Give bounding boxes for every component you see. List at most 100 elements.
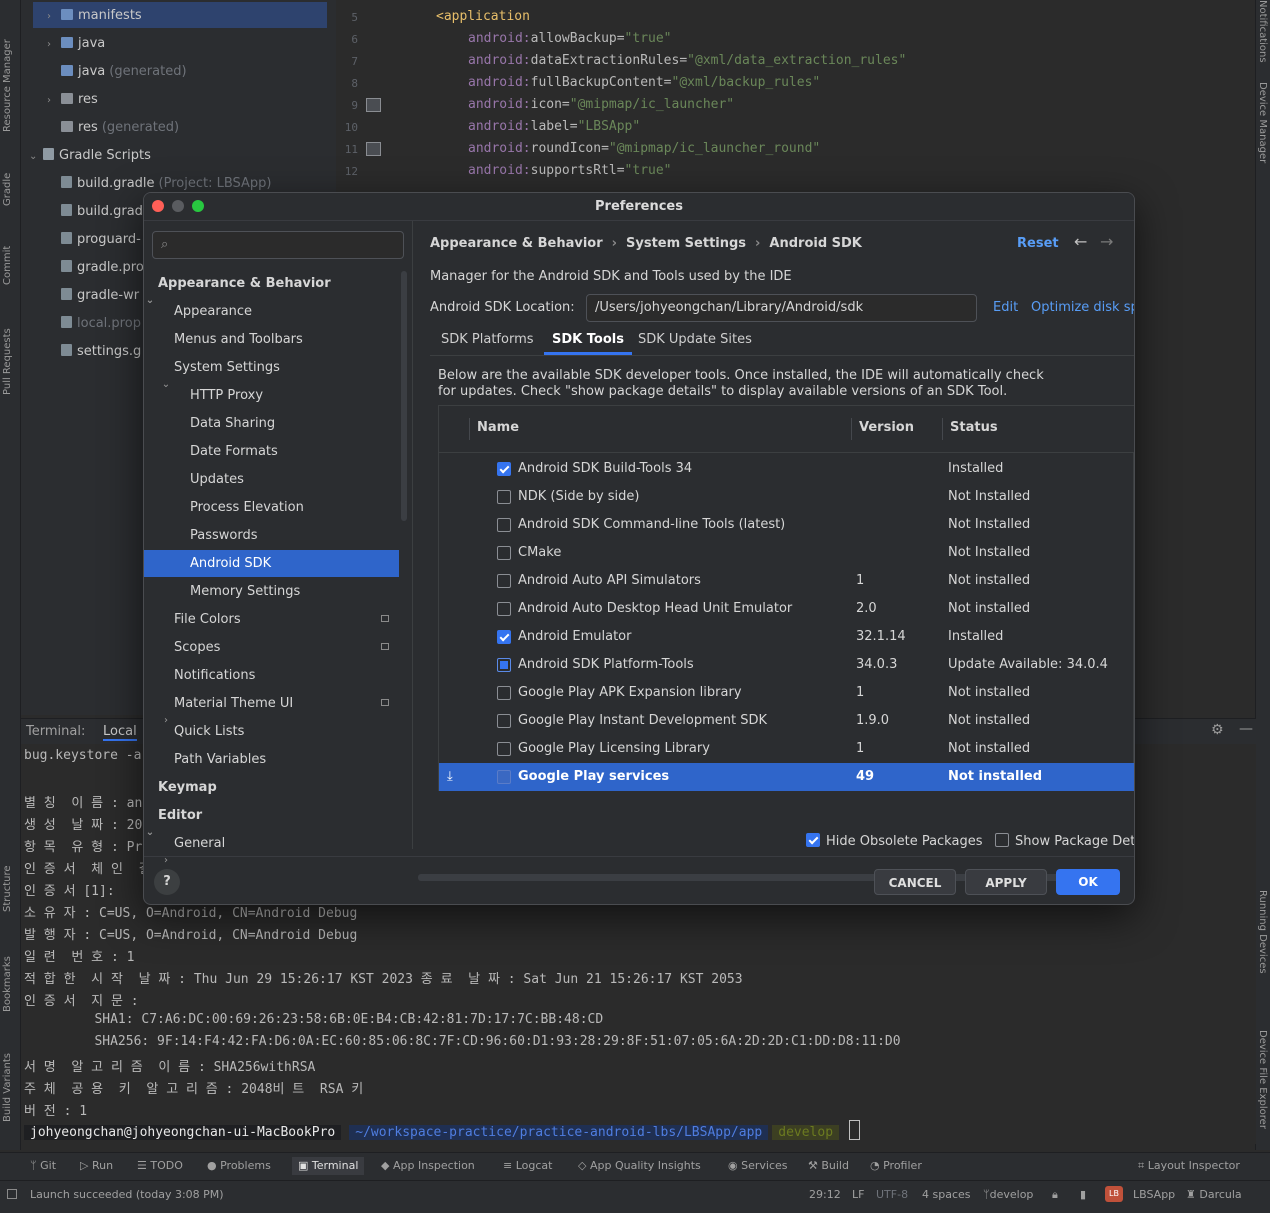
notifications-tab[interactable]: Notifications — [1257, 0, 1268, 63]
row-checkbox[interactable] — [497, 490, 511, 504]
tree-item-gradle-wrapper[interactable]: gradle-wr — [61, 284, 139, 308]
forward-arrow-icon[interactable]: → — [1100, 232, 1113, 251]
pull-requests-tab[interactable]: Pull Requests — [2, 328, 13, 395]
ok-button[interactable]: OK — [1056, 869, 1120, 895]
tree-item-gradle-scripts[interactable]: ⌄ Gradle Scripts — [29, 144, 151, 168]
column-version[interactable]: Version — [859, 420, 914, 435]
nav-item-general[interactable]: › General — [144, 830, 399, 866]
sdk-location-field[interactable]: /Users/johyeongchan/Library/Android/sdk — [586, 294, 977, 322]
layout-inspector-button[interactable]: ⌗ Layout Inspector — [1138, 1159, 1240, 1173]
notification-icon[interactable]: ▮ — [1080, 1188, 1086, 1201]
nav-item-passwords[interactable]: Passwords — [144, 522, 399, 549]
nav-item-memory-settings[interactable]: Memory Settings — [144, 578, 399, 605]
tree-item-java[interactable]: › java — [47, 32, 105, 56]
row-checkbox[interactable] — [497, 546, 511, 560]
nav-item-http-proxy[interactable]: HTTP Proxy — [144, 382, 399, 409]
build-variants-tab[interactable]: Build Variants — [2, 1053, 13, 1122]
row-checkbox[interactable] — [497, 770, 511, 784]
theme-indicator[interactable]: ♜ Darcula — [1186, 1188, 1242, 1201]
row-checkbox[interactable] — [497, 742, 511, 756]
project-name[interactable]: LBSApp — [1133, 1188, 1175, 1201]
nav-item-scopes[interactable]: Scopes — [144, 634, 399, 661]
terminal-tab-local[interactable]: Local — [103, 724, 137, 741]
device-file-explorer-tab[interactable]: Device File Explorer — [1257, 1030, 1268, 1129]
tree-item-java-generated[interactable]: java (generated) — [47, 60, 187, 84]
row-checkbox[interactable] — [497, 574, 511, 588]
nav-item-appearance-behavior[interactable]: ⌄ Appearance & Behavior — [144, 270, 399, 306]
column-status[interactable]: Status — [950, 420, 998, 435]
image-icon[interactable] — [366, 142, 381, 156]
tree-item-manifests[interactable]: › manifests — [47, 4, 142, 28]
image-icon[interactable] — [366, 98, 381, 112]
show-details-checkbox[interactable] — [995, 833, 1009, 847]
line-separator[interactable]: LF — [852, 1188, 864, 1201]
row-checkbox[interactable] — [497, 602, 511, 616]
app-quality-insights-button[interactable]: ◇ App Quality Insights — [578, 1159, 701, 1172]
nav-item-system-settings[interactable]: ⌄ System Settings — [144, 354, 399, 390]
apply-button[interactable]: APPLY — [965, 869, 1047, 895]
zoom-window-button[interactable] — [192, 200, 204, 212]
tree-item-build-gradle-module[interactable]: build.grad — [61, 200, 143, 224]
table-row[interactable]: CMake Not Installed — [439, 539, 1134, 567]
show-details-option[interactable]: Show Package Deta — [995, 831, 1134, 849]
status-message[interactable]: Launch succeeded (today 3:08 PM) — [30, 1188, 224, 1201]
nav-item-editor[interactable]: ⌄ Editor — [144, 802, 399, 838]
commit-tab[interactable]: Commit — [2, 246, 13, 285]
settings-search-input[interactable]: ⌕ — [152, 231, 404, 259]
tree-item-gradle-properties[interactable]: gradle.pro — [61, 256, 144, 280]
table-row[interactable]: NDK (Side by side) Not Installed — [439, 483, 1134, 511]
nav-item-process-elevation[interactable]: Process Elevation — [144, 494, 399, 521]
minimize-icon[interactable]: — — [1239, 721, 1253, 737]
bookmarks-tab[interactable]: Bookmarks — [2, 956, 13, 1012]
nav-item-notifications[interactable]: Notifications — [144, 662, 399, 689]
structure-tab[interactable]: Structure — [2, 865, 13, 912]
git-button[interactable]: ᛘ Git — [30, 1159, 56, 1172]
nav-item-android-sdk[interactable]: Android SDK — [144, 550, 399, 577]
row-checkbox[interactable] — [497, 518, 511, 532]
nav-item-keymap[interactable]: Keymap — [144, 774, 399, 801]
tree-item-settings-gradle[interactable]: settings.g — [61, 340, 141, 364]
row-checkbox[interactable] — [497, 714, 511, 728]
help-button[interactable]: ? — [154, 869, 180, 895]
row-checkbox[interactable] — [497, 686, 511, 700]
row-checkbox[interactable] — [497, 630, 511, 644]
tree-item-res-generated[interactable]: res (generated) — [47, 116, 179, 140]
tab-sdk-tools[interactable]: SDK Tools — [544, 326, 632, 355]
hide-obsolete-checkbox[interactable] — [806, 833, 820, 847]
todo-button[interactable]: ☰ TODO — [137, 1159, 183, 1172]
close-window-button[interactable] — [152, 200, 164, 212]
file-encoding[interactable]: UTF-8 — [876, 1188, 908, 1201]
panel-toggle-icon[interactable] — [7, 1189, 17, 1199]
gear-icon[interactable]: ⚙ — [1211, 722, 1224, 738]
table-row[interactable]: Google Play APK Expansion library 1 Not in… — [439, 679, 1134, 707]
table-row[interactable]: Android Emulator 32.1.14 Installed — [439, 623, 1134, 651]
tab-sdk-update-sites[interactable]: SDK Update Sites — [630, 326, 760, 354]
run-button[interactable]: ▷ Run — [80, 1159, 113, 1172]
tree-item-proguard[interactable]: proguard- — [61, 228, 141, 252]
nav-item-updates[interactable]: Updates — [144, 466, 399, 493]
tab-sdk-platforms[interactable]: SDK Platforms — [433, 326, 542, 354]
nav-item-file-colors[interactable]: File Colors — [144, 606, 399, 633]
profiler-button[interactable]: ◔ Profiler — [870, 1159, 922, 1172]
table-row[interactable]: Android SDK Command-line Tools (latest) N… — [439, 511, 1134, 539]
code-editor[interactable]: <application android:allowBackup="true" … — [392, 0, 1252, 200]
hide-obsolete-option[interactable]: Hide Obsolete Packages — [806, 831, 982, 849]
table-row[interactable]: Android SDK Platform-Tools 34.0.3 Update A… — [439, 651, 1134, 679]
back-arrow-icon[interactable]: ← — [1074, 232, 1087, 251]
reset-link[interactable]: Reset — [1017, 236, 1059, 251]
caret-position[interactable]: 29:12 — [809, 1188, 841, 1201]
indent-setting[interactable]: 4 spaces — [922, 1188, 971, 1201]
vcs-branch[interactable]: ᛘdevelop — [983, 1188, 1033, 1201]
edit-link[interactable]: Edit — [993, 300, 1018, 315]
table-row[interactable]: ⤓ Google Play services 49 Not installed — [439, 763, 1134, 791]
table-row[interactable]: Android Auto API Simulators 1 Not installe… — [439, 567, 1134, 595]
nav-item-quick-lists[interactable]: Quick Lists — [144, 718, 399, 745]
nav-item-data-sharing[interactable]: Data Sharing — [144, 410, 399, 437]
optimize-disk-link[interactable]: Optimize disk sp — [1031, 300, 1134, 315]
problems-button[interactable]: ● Problems — [207, 1159, 271, 1172]
resource-manager-tab[interactable]: Resource Manager — [2, 39, 13, 132]
nav-item-material-theme-ui[interactable]: › Material Theme UI — [144, 690, 399, 726]
app-inspection-button[interactable]: ◆ App Inspection — [381, 1159, 475, 1172]
tree-item-res[interactable]: › res — [47, 88, 98, 112]
device-manager-tab[interactable]: Device Manager — [1257, 82, 1268, 163]
